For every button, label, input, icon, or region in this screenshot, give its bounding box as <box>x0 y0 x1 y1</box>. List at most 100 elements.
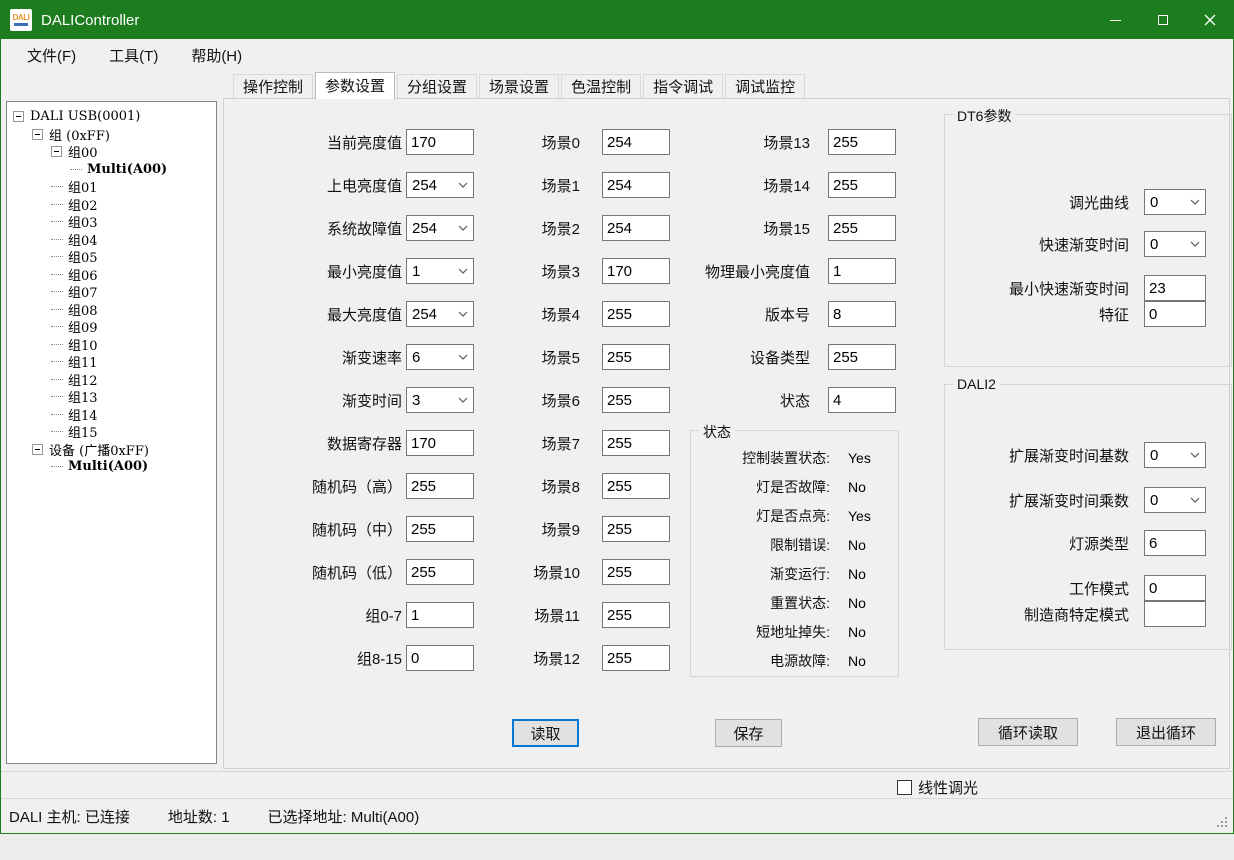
linear-dimming-checkbox-group[interactable]: 线性调光 <box>897 777 978 798</box>
tab[interactable]: 场景设置 <box>479 74 559 98</box>
tab[interactable]: 调试监控 <box>725 74 805 98</box>
param-label: 场景3 <box>512 261 580 282</box>
status-label: 重置状态: <box>697 593 830 613</box>
param-combobox[interactable]: 0 <box>1144 231 1206 257</box>
param-combobox[interactable]: 0 <box>1144 189 1206 215</box>
tab[interactable]: 色温控制 <box>561 74 641 98</box>
param-input[interactable] <box>406 645 474 671</box>
param-input[interactable] <box>828 258 896 284</box>
tree-item[interactable]: 组00 <box>7 143 216 161</box>
param-input[interactable] <box>602 172 670 198</box>
param-combobox[interactable]: 0 <box>1144 442 1206 468</box>
param-input[interactable] <box>406 602 474 628</box>
minimize-button[interactable] <box>1092 1 1139 39</box>
menu-item[interactable]: 帮助(H) <box>189 42 244 69</box>
tree-collapse-icon[interactable] <box>13 111 24 122</box>
menu-item[interactable]: 工具(T) <box>107 42 160 69</box>
param-input[interactable] <box>406 129 474 155</box>
param-input[interactable] <box>602 129 670 155</box>
param-input[interactable] <box>602 602 670 628</box>
param-input[interactable] <box>828 129 896 155</box>
exit-loop-button[interactable]: 退出循环 <box>1116 718 1216 746</box>
param-input[interactable] <box>1144 275 1206 301</box>
param-combobox[interactable]: 254 <box>406 301 474 327</box>
param-input[interactable] <box>828 301 896 327</box>
param-row: 上电亮度值 254 <box>290 172 474 198</box>
tree-item[interactable]: 组13 <box>7 388 216 406</box>
tree-collapse-icon[interactable] <box>51 146 62 157</box>
tree-connector <box>51 361 63 362</box>
maximize-button[interactable] <box>1139 1 1186 39</box>
tree-item[interactable]: 组02 <box>7 196 216 214</box>
tree-item-label: 组15 <box>68 422 98 441</box>
param-input[interactable] <box>602 344 670 370</box>
dt6-groupbox: DT6参数 调光曲线 0 快速渐变时间 0 最小快速渐变时间 特征 <box>944 114 1232 367</box>
tree-item[interactable]: 组 (0xFF) <box>7 126 216 144</box>
param-combobox[interactable]: 6 <box>406 344 474 370</box>
tab[interactable]: 操作控制 <box>233 74 313 98</box>
param-row: 扩展渐变时间基数 0 <box>953 442 1206 468</box>
param-input[interactable] <box>406 559 474 585</box>
param-input[interactable] <box>602 301 670 327</box>
param-combobox[interactable]: 1 <box>406 258 474 284</box>
param-input[interactable] <box>406 473 474 499</box>
read-button[interactable]: 读取 <box>512 719 579 747</box>
tree-item[interactable]: 组04 <box>7 231 216 249</box>
param-input[interactable] <box>828 215 896 241</box>
checkbox-unchecked-icon[interactable] <box>897 780 912 795</box>
tree-item[interactable]: 组09 <box>7 318 216 336</box>
tree-item[interactable]: 组06 <box>7 266 216 284</box>
param-input[interactable] <box>828 172 896 198</box>
tab[interactable]: 分组设置 <box>397 74 477 98</box>
param-input[interactable] <box>602 387 670 413</box>
tree-item[interactable]: 组03 <box>7 213 216 231</box>
param-input[interactable] <box>602 645 670 671</box>
param-input[interactable] <box>602 430 670 456</box>
param-input[interactable] <box>1144 575 1206 601</box>
param-combobox[interactable]: 254 <box>406 215 474 241</box>
param-input[interactable] <box>602 215 670 241</box>
param-input[interactable] <box>602 258 670 284</box>
param-row: 场景0 <box>512 129 670 155</box>
tree-item[interactable]: Multi(A00) <box>7 458 216 476</box>
tree-item[interactable]: 组14 <box>7 406 216 424</box>
tree-item[interactable]: 组01 <box>7 178 216 196</box>
param-row: 特征 <box>953 301 1206 327</box>
tab[interactable]: 参数设置 <box>315 72 395 99</box>
param-label: 场景8 <box>512 476 580 497</box>
param-input[interactable] <box>828 344 896 370</box>
param-input[interactable] <box>602 473 670 499</box>
param-input[interactable] <box>602 516 670 542</box>
tree-item[interactable]: Multi(A00) <box>7 161 216 179</box>
param-input[interactable] <box>1144 601 1206 627</box>
tree-item[interactable]: 组08 <box>7 301 216 319</box>
menu-item[interactable]: 文件(F) <box>25 42 78 69</box>
tree-item[interactable]: 组15 <box>7 423 216 441</box>
tree-item[interactable]: 组07 <box>7 283 216 301</box>
param-input[interactable] <box>602 559 670 585</box>
resize-grip[interactable] <box>1217 817 1229 829</box>
param-combobox[interactable]: 0 <box>1144 487 1206 513</box>
save-button[interactable]: 保存 <box>715 719 782 747</box>
tree-item[interactable]: 组05 <box>7 248 216 266</box>
param-input[interactable] <box>828 387 896 413</box>
loop-read-button[interactable]: 循环读取 <box>978 718 1078 746</box>
close-button[interactable] <box>1186 1 1233 39</box>
tab[interactable]: 指令调试 <box>643 74 723 98</box>
param-input[interactable] <box>1144 530 1206 556</box>
param-combobox[interactable]: 3 <box>406 387 474 413</box>
tree-item[interactable]: 设备 (广播0xFF) <box>7 441 216 459</box>
param-combobox[interactable]: 254 <box>406 172 474 198</box>
tree-item[interactable]: DALI USB(0001) <box>7 108 216 126</box>
param-input[interactable] <box>406 516 474 542</box>
param-input[interactable] <box>406 430 474 456</box>
tree-item[interactable]: 组11 <box>7 353 216 371</box>
tree-collapse-icon[interactable] <box>32 444 43 455</box>
device-tree[interactable]: DALI USB(0001) 组 (0xFF) 组00 Multi(A00) 组… <box>6 101 217 764</box>
tree-item[interactable]: 组10 <box>7 336 216 354</box>
param-row: 渐变时间 3 <box>290 387 474 413</box>
param-row: 随机码（低） <box>290 559 474 585</box>
param-input[interactable] <box>1144 301 1206 327</box>
tree-item[interactable]: 组12 <box>7 371 216 389</box>
tree-collapse-icon[interactable] <box>32 129 43 140</box>
